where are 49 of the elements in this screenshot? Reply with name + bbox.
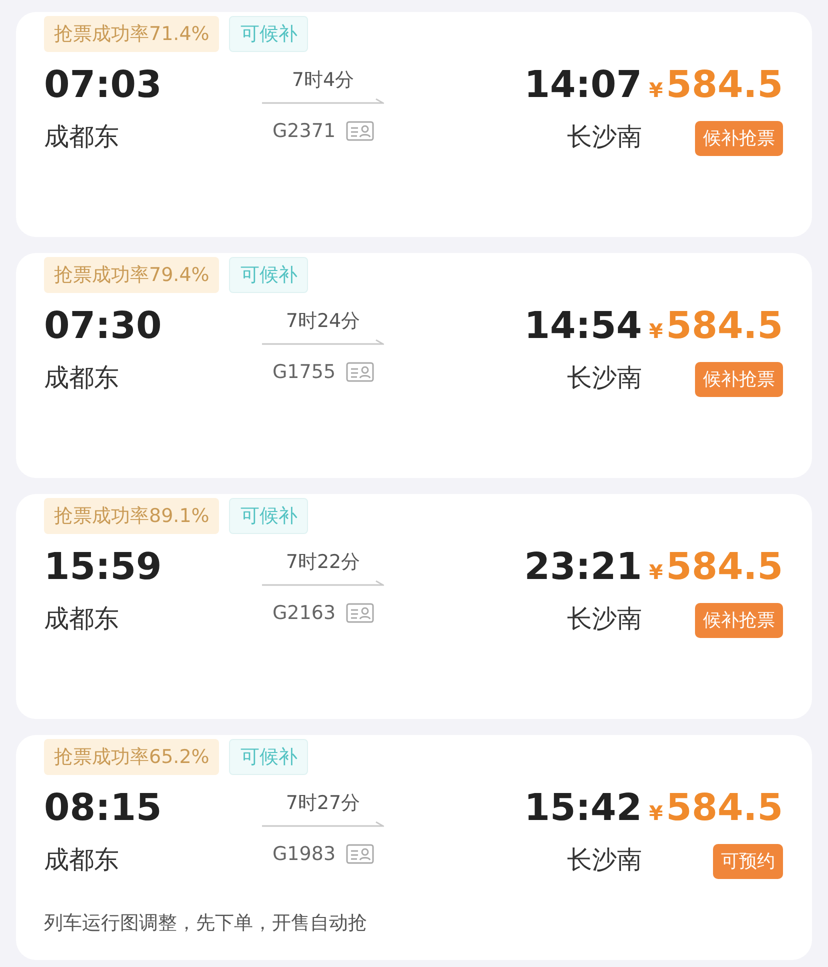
success-rate-tag: 抢票成功率71.4% — [44, 16, 220, 52]
waitlist-tag: 可候补 — [229, 257, 308, 293]
departure-time: 15:59 — [44, 544, 163, 590]
currency-symbol: ¥ — [649, 77, 663, 104]
arrival-time: 14:07 — [524, 62, 642, 108]
price: 584.5 — [666, 62, 783, 108]
price: 584.5 — [666, 785, 783, 831]
arrival-time: 23:21 — [524, 544, 642, 590]
train-number: G2371 — [272, 119, 336, 144]
id-card-icon — [346, 362, 374, 382]
id-card-icon — [346, 844, 374, 864]
duration: 7时24分 — [286, 309, 360, 334]
price: 584.5 — [666, 544, 783, 590]
id-card-icon — [346, 603, 374, 623]
train-number: G1755 — [272, 360, 336, 385]
waitlist-tag: 可候补 — [229, 16, 308, 52]
waitlist-tag: 可候补 — [229, 498, 308, 534]
duration: 7时27分 — [286, 791, 360, 816]
success-rate-tag: 抢票成功率89.1% — [44, 498, 220, 534]
waitlist-tag: 可候补 — [229, 739, 308, 775]
departure-station: 成都东 — [44, 362, 120, 394]
departure-time: 07:03 — [44, 62, 163, 108]
currency-symbol: ¥ — [649, 559, 663, 586]
train-card[interactable]: 抢票成功率79.4% 可候补 07:30 成都东 7时24分 G1755 14:54 长沙南 ¥584.5 候补抢票 — [16, 253, 812, 478]
departure-station: 成都东 — [44, 121, 120, 153]
departure-station: 成都东 — [44, 844, 120, 876]
price: 584.5 — [666, 303, 783, 349]
train-number: G1983 — [272, 842, 336, 867]
train-number: G2163 — [272, 601, 336, 626]
train-card[interactable]: 抢票成功率71.4% 可候补 07:03 成都东 7时4分 G2371 14:07 长沙南 ¥584.5 候补抢票 — [16, 12, 812, 237]
arrival-station: 长沙南 — [567, 121, 642, 153]
train-card[interactable]: 抢票成功率89.1% 可候补 15:59 成都东 7时22分 G2163 23:21 长沙南 ¥584.5 候补抢票 — [16, 494, 812, 719]
duration: 7时4分 — [292, 68, 354, 93]
success-rate-tag: 抢票成功率79.4% — [44, 257, 220, 293]
arrival-station: 长沙南 — [567, 603, 642, 635]
arrival-time: 14:54 — [524, 303, 642, 349]
currency-symbol: ¥ — [649, 318, 663, 345]
id-card-icon — [346, 121, 374, 141]
note-text: 列车运行图调整，先下单，开售自动抢 — [44, 911, 368, 936]
currency-symbol: ¥ — [649, 800, 663, 827]
arrival-time: 15:42 — [524, 785, 642, 831]
departure-station: 成都东 — [44, 603, 120, 635]
train-card[interactable]: 抢票成功率65.2% 可候补 08:15 成都东 7时27分 G1983 15:42 长沙南 ¥584.5 可预约 列车运行图调整，先下单，开售自动抢 — [16, 735, 812, 960]
duration: 7时22分 — [286, 550, 360, 575]
departure-time: 07:30 — [44, 303, 163, 349]
success-rate-tag: 抢票成功率65.2% — [44, 739, 220, 775]
arrival-station: 长沙南 — [567, 362, 642, 394]
arrival-station: 长沙南 — [567, 844, 642, 876]
departure-time: 08:15 — [44, 785, 163, 831]
